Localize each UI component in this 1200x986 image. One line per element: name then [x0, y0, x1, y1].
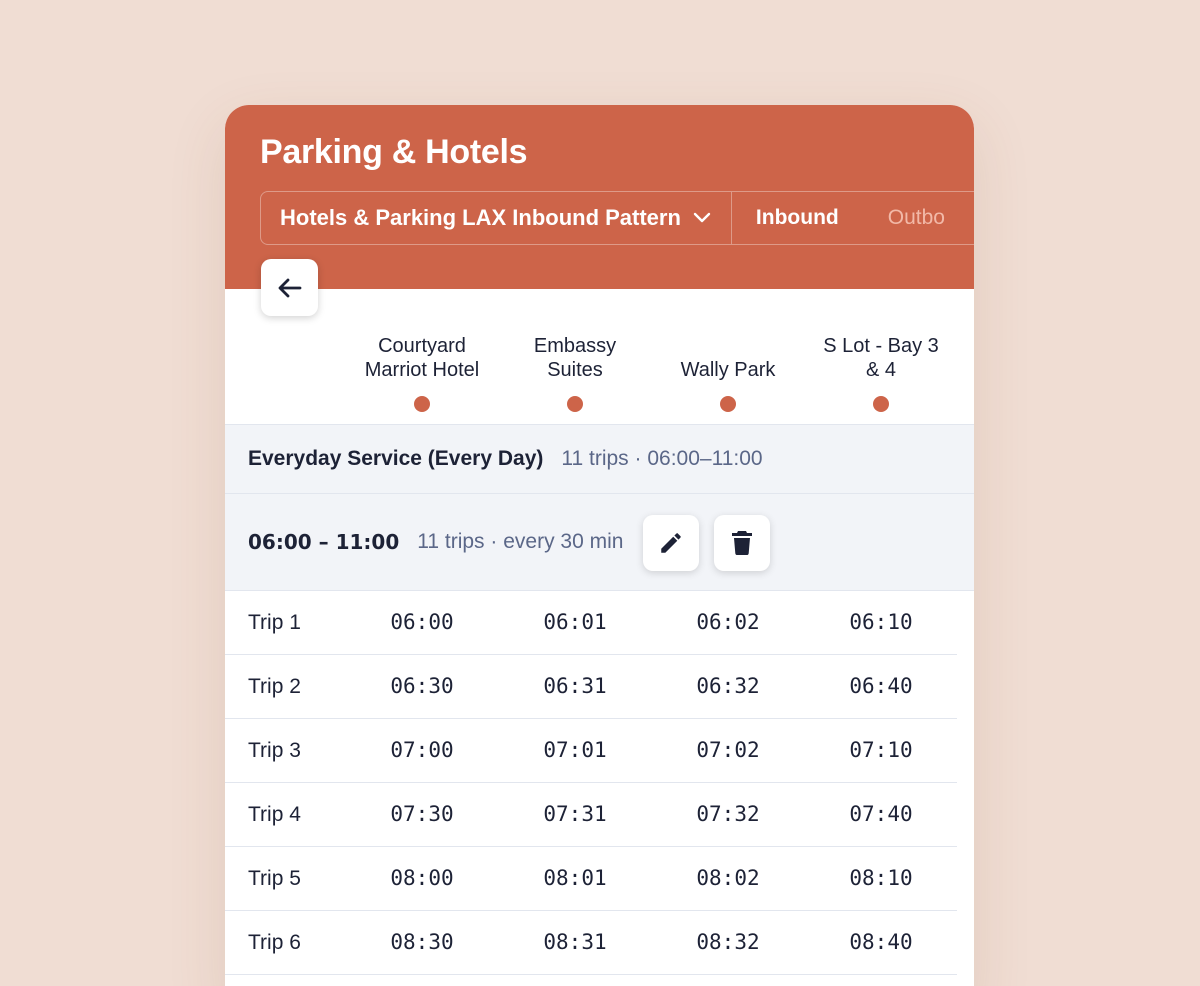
stop-column-header: S Lot - Bay 3 & 4	[806, 289, 956, 424]
stop-dot	[567, 396, 583, 412]
trip-time-cell: 07:02	[696, 738, 760, 762]
service-row[interactable]: Everyday Service (Every Day) 11 trips · …	[225, 424, 974, 494]
tab-inbound[interactable]: Inbound	[756, 206, 839, 230]
stop-dot	[414, 396, 430, 412]
trip-time-cell: 06:40	[849, 674, 913, 698]
trip-time-cell: 07:10	[849, 738, 913, 762]
pattern-select[interactable]: Hotels & Parking LAX Inbound Pattern	[261, 192, 732, 244]
stop-name-line: Wally Park	[680, 359, 776, 381]
page-title: Parking & Hotels	[260, 133, 528, 171]
trip-time-cell: 07:32	[696, 802, 760, 826]
table-row[interactable]: Trip 5 08:00 08:01 08:02 08:10	[225, 847, 957, 911]
time-window-row: 06:00 – 11:00 11 trips · every 30 min	[225, 494, 974, 591]
trip-time-cell: 06:10	[849, 610, 913, 634]
trip-time-cell: 08:01	[543, 866, 607, 890]
trip-time-cell: 08:40	[849, 930, 913, 954]
trip-label: Trip 2	[248, 675, 301, 698]
stop-name-line: & 4	[865, 359, 897, 381]
trip-time-cell: 06:00	[390, 610, 454, 634]
service-meta: 11 trips · 06:00–11:00	[561, 447, 763, 470]
trip-time-cell: 07:01	[543, 738, 607, 762]
pattern-tabbar: Hotels & Parking LAX Inbound Pattern Inb…	[260, 191, 974, 245]
trip-label: Trip 6	[248, 931, 301, 954]
trip-time-cell: 07:40	[849, 802, 913, 826]
trip-label: Trip 4	[248, 803, 301, 826]
trip-time-cell: 08:00	[390, 866, 454, 890]
stop-name-line: Courtyard	[378, 335, 466, 357]
pattern-select-label: Hotels & Parking LAX Inbound Pattern	[280, 205, 681, 230]
stop-column-header: Embassy Suites	[500, 289, 650, 424]
stop-name-line: Embassy	[533, 335, 617, 357]
stop-column-header: Courtyard Marriot Hotel	[347, 289, 497, 424]
stop-column-header: Wally Park	[653, 289, 803, 424]
header: Parking & Hotels Hotels & Parking LAX In…	[225, 105, 974, 289]
trip-time-cell: 06:01	[543, 610, 607, 634]
trip-time-cell: 07:30	[390, 802, 454, 826]
stop-dot	[873, 396, 889, 412]
tab-outbound[interactable]: Outbo	[888, 206, 945, 230]
trip-label: Trip 5	[248, 867, 301, 890]
table-row[interactable]: Trip 6 08:30 08:31 08:32 08:40	[225, 911, 957, 975]
trips-table: Trip 1 06:00 06:01 06:02 06:10 Trip 2 06…	[225, 591, 974, 975]
table-row[interactable]: Trip 2 06:30 06:31 06:32 06:40	[225, 655, 957, 719]
trip-time-cell: 08:32	[696, 930, 760, 954]
chevron-down-icon	[693, 212, 711, 223]
time-window-meta: 11 trips · every 30 min	[417, 530, 624, 553]
service-name: Everyday Service (Every Day)	[248, 447, 544, 470]
trip-time-cell: 08:10	[849, 866, 913, 890]
trip-label: Trip 1	[248, 611, 301, 634]
trip-label: Trip 3	[248, 739, 301, 762]
arrow-left-icon	[278, 278, 301, 297]
stop-dot	[720, 396, 736, 412]
edit-button[interactable]	[643, 515, 699, 571]
trip-time-cell: 08:02	[696, 866, 760, 890]
back-button[interactable]	[261, 259, 318, 316]
trip-time-cell: 06:30	[390, 674, 454, 698]
table-row[interactable]: Trip 1 06:00 06:01 06:02 06:10	[225, 591, 957, 655]
trip-time-cell: 07:00	[390, 738, 454, 762]
stops-header: Courtyard Marriot Hotel Embassy Suites W…	[225, 289, 974, 424]
delete-button[interactable]	[714, 515, 770, 571]
trash-icon	[732, 531, 752, 555]
trip-time-cell: 06:02	[696, 610, 760, 634]
trip-time-cell: 07:31	[543, 802, 607, 826]
time-window-range: 06:00 – 11:00	[248, 530, 400, 554]
trip-time-cell: 08:31	[543, 930, 607, 954]
stop-name-line: Marriot Hotel	[364, 359, 480, 381]
trip-time-cell: 06:31	[543, 674, 607, 698]
schedule-card: Parking & Hotels Hotels & Parking LAX In…	[225, 105, 974, 986]
trip-time-cell: 08:30	[390, 930, 454, 954]
table-row[interactable]: Trip 4 07:30 07:31 07:32 07:40	[225, 783, 957, 847]
pencil-icon	[661, 533, 681, 553]
stop-name-line: S Lot - Bay 3	[823, 335, 939, 357]
table-row[interactable]: Trip 3 07:00 07:01 07:02 07:10	[225, 719, 957, 783]
trip-time-cell: 06:32	[696, 674, 760, 698]
stop-name-line: Suites	[547, 359, 603, 381]
